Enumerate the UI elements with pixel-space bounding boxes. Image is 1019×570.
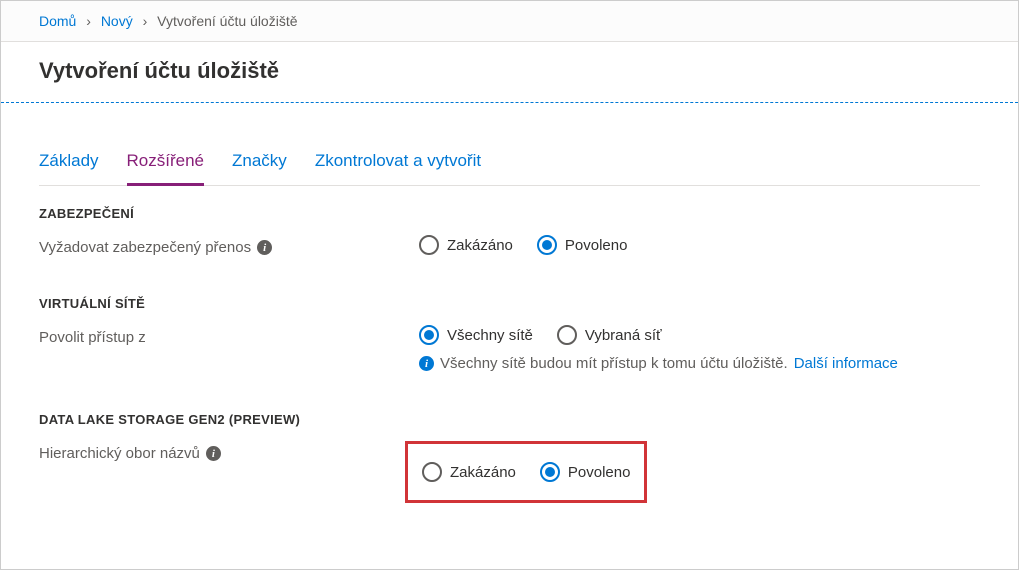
field-secure-transfer: Vyžadovat zabezpečený přenos i Zakázáno …: [39, 235, 980, 256]
section-heading-data-lake: DATA LAKE STORAGE GEN2 (PREVIEW): [39, 412, 980, 427]
tab-tags[interactable]: Značky: [232, 141, 287, 186]
help-text-content: Všechny sítě budou mít přístup k tomu úč…: [440, 355, 788, 372]
field-label-hierarchical-namespace: Hierarchický obor názvů i: [39, 441, 419, 462]
section-heading-virtual-networks: VIRTUÁLNÍ SÍTĚ: [39, 296, 980, 311]
help-text-networks: i Všechny sítě budou mít přístup k tomu …: [419, 355, 980, 372]
page-title: Vytvoření účtu úložiště: [39, 58, 980, 84]
tab-review-create[interactable]: Zkontrolovat a vytvořit: [315, 141, 481, 186]
label-hierarchical-namespace-text: Hierarchický obor názvů: [39, 445, 200, 462]
highlight-box: Zakázáno Povoleno: [405, 441, 647, 503]
radio-selected-network[interactable]: Vybraná síť: [557, 325, 662, 345]
radio-group-secure-transfer: Zakázáno Povoleno: [419, 235, 980, 255]
radio-label: Všechny sítě: [447, 327, 533, 344]
radio-label: Zakázáno: [450, 464, 516, 481]
label-allow-access-text: Povolit přístup z: [39, 329, 146, 346]
radio-all-networks[interactable]: Všechny sítě: [419, 325, 533, 345]
info-icon[interactable]: i: [257, 240, 272, 255]
breadcrumb-separator: ›: [86, 13, 91, 29]
label-secure-transfer-text: Vyžadovat zabezpečený přenos: [39, 239, 251, 256]
radio-circle-icon: [419, 325, 439, 345]
radio-label: Povoleno: [565, 237, 628, 254]
radio-secure-transfer-enabled[interactable]: Povoleno: [537, 235, 628, 255]
radio-circle-icon: [540, 462, 560, 482]
radio-label: Povoleno: [568, 464, 631, 481]
breadcrumb-new[interactable]: Nový: [101, 13, 133, 29]
info-icon[interactable]: i: [206, 446, 221, 461]
info-icon: i: [419, 356, 434, 371]
radio-circle-icon: [537, 235, 557, 255]
tabs: Základy Rozšířené Značky Zkontrolovat a …: [39, 141, 980, 186]
field-hierarchical-namespace: Hierarchický obor názvů i Zakázáno Povol…: [39, 441, 980, 503]
breadcrumb-separator: ›: [143, 13, 148, 29]
radio-label: Vybraná síť: [585, 327, 662, 344]
help-link-more-info[interactable]: Další informace: [794, 355, 898, 372]
radio-group-hierarchical-namespace: Zakázáno Povoleno: [422, 462, 630, 482]
radio-hierarchical-enabled[interactable]: Povoleno: [540, 462, 631, 482]
radio-circle-icon: [422, 462, 442, 482]
page-title-area: Vytvoření účtu úložiště: [1, 42, 1018, 102]
radio-secure-transfer-disabled[interactable]: Zakázáno: [419, 235, 513, 255]
radio-circle-icon: [419, 235, 439, 255]
field-label-allow-access: Povolit přístup z: [39, 325, 419, 346]
radio-group-allow-access: Všechny sítě Vybraná síť: [419, 325, 980, 345]
radio-circle-icon: [557, 325, 577, 345]
breadcrumb: Domů › Nový › Vytvoření účtu úložiště: [1, 1, 1018, 42]
radio-label: Zakázáno: [447, 237, 513, 254]
breadcrumb-current: Vytvoření účtu úložiště: [157, 13, 297, 29]
section-heading-security: ZABEZPEČENÍ: [39, 206, 980, 221]
field-allow-access-from: Povolit přístup z Všechny sítě Vybraná s…: [39, 325, 980, 372]
tab-basics[interactable]: Základy: [39, 141, 99, 186]
field-label-secure-transfer: Vyžadovat zabezpečený přenos i: [39, 235, 419, 256]
radio-hierarchical-disabled[interactable]: Zakázáno: [422, 462, 516, 482]
breadcrumb-home[interactable]: Domů: [39, 13, 76, 29]
tab-advanced[interactable]: Rozšířené: [127, 141, 204, 186]
